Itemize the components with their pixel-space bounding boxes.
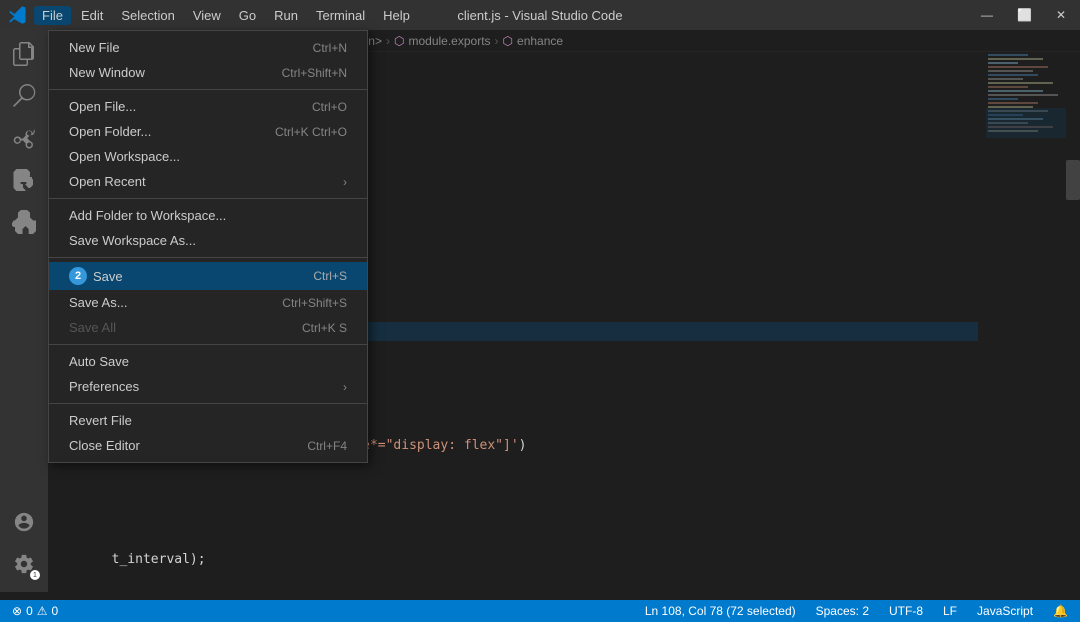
status-line-ending[interactable]: LF	[939, 604, 961, 618]
scroll-thumb[interactable]	[1066, 160, 1080, 200]
status-position[interactable]: Ln 108, Col 78 (72 selected)	[641, 604, 800, 618]
explorer-icon[interactable]	[4, 34, 44, 74]
window-title: client.js - Visual Studio Code	[457, 8, 622, 23]
statusbar: ⊗ 0 ⚠ 0 Ln 108, Col 78 (72 selected) Spa…	[0, 600, 1080, 622]
error-icon: ⊗	[12, 604, 22, 618]
minimize-button[interactable]: —	[975, 6, 999, 24]
menu-go[interactable]: Go	[231, 6, 264, 25]
run-debug-icon[interactable]	[4, 160, 44, 200]
menu-item-save[interactable]: 2 Save Ctrl+S	[49, 262, 367, 290]
minimap	[986, 52, 1066, 592]
menu-item-close-editor[interactable]: Close Editor Ctrl+F4	[49, 433, 367, 458]
menu-file[interactable]: File	[34, 6, 71, 25]
menu-help[interactable]: Help	[375, 6, 418, 25]
extensions-icon[interactable]	[4, 202, 44, 242]
minimap-svg	[986, 52, 1066, 582]
separator-3	[49, 257, 367, 258]
breadcrumb-part-7[interactable]: enhance	[517, 34, 563, 48]
status-encoding[interactable]: UTF-8	[885, 604, 927, 618]
file-menu-dropdown: New File Ctrl+N New Window Ctrl+Shift+N …	[48, 30, 368, 463]
status-notifications[interactable]: 🔔	[1049, 604, 1072, 618]
file-dropdown-menu: New File Ctrl+N New Window Ctrl+Shift+N …	[48, 30, 368, 463]
menu-item-save-workspace[interactable]: Save Workspace As...	[49, 228, 367, 253]
menu-view[interactable]: View	[185, 6, 229, 25]
menu-item-revert-file[interactable]: Revert File	[49, 408, 367, 433]
menu-item-new-file[interactable]: New File Ctrl+N	[49, 35, 367, 60]
statusbar-left: ⊗ 0 ⚠ 0	[8, 604, 62, 618]
menu-item-open-workspace[interactable]: Open Workspace...	[49, 144, 367, 169]
breadcrumb-cube-icon-3: ⬡	[503, 34, 513, 48]
bell-icon: 🔔	[1053, 604, 1068, 618]
breadcrumb-part-6[interactable]: module.exports	[408, 34, 490, 48]
status-errors[interactable]: ⊗ 0 ⚠ 0	[8, 604, 62, 618]
activity-bar: 1	[0, 30, 48, 592]
search-activity-icon[interactable]	[4, 76, 44, 116]
status-spaces[interactable]: Spaces: 2	[812, 604, 873, 618]
menu-item-open-file[interactable]: Open File... Ctrl+O	[49, 94, 367, 119]
menu-item-open-recent[interactable]: Open Recent ›	[49, 169, 367, 194]
menu-edit[interactable]: Edit	[73, 6, 111, 25]
warning-icon: ⚠	[37, 604, 48, 618]
menu-item-save-all: Save All Ctrl+K S	[49, 315, 367, 340]
status-language[interactable]: JavaScript	[973, 604, 1037, 618]
maximize-button[interactable]: ⬜	[1011, 6, 1038, 24]
activity-bar-bottom: 1	[4, 502, 44, 592]
minimap-scrollbar[interactable]	[1066, 52, 1080, 592]
statusbar-right: Ln 108, Col 78 (72 selected) Spaces: 2 U…	[641, 604, 1072, 618]
settings-icon[interactable]: 1	[4, 544, 44, 584]
minimap-content	[986, 52, 1066, 592]
save-badge: 2	[69, 267, 87, 285]
titlebar: File Edit Selection View Go Run Terminal…	[0, 0, 1080, 30]
window-controls: — ⬜ ✕	[975, 6, 1072, 24]
separator-4	[49, 344, 367, 345]
menu-selection[interactable]: Selection	[113, 6, 182, 25]
separator-2	[49, 198, 367, 199]
menu-item-new-window[interactable]: New Window Ctrl+Shift+N	[49, 60, 367, 85]
separator-1	[49, 89, 367, 90]
error-count: 0	[26, 604, 33, 618]
breadcrumb-cube-icon-2: ⬡	[394, 34, 404, 48]
account-icon[interactable]	[4, 502, 44, 542]
open-recent-arrow: ›	[343, 175, 347, 189]
source-control-icon[interactable]	[4, 118, 44, 158]
menu-item-open-folder[interactable]: Open Folder... Ctrl+K Ctrl+O	[49, 119, 367, 144]
menu-item-preferences[interactable]: Preferences ›	[49, 374, 367, 399]
menu-terminal[interactable]: Terminal	[308, 6, 373, 25]
preferences-arrow: ›	[343, 380, 347, 394]
menu-item-save-as[interactable]: Save As... Ctrl+Shift+S	[49, 290, 367, 315]
warning-count: 0	[52, 604, 59, 618]
menu-run[interactable]: Run	[266, 6, 306, 25]
close-button[interactable]: ✕	[1050, 6, 1072, 24]
vscode-logo-icon	[8, 5, 28, 25]
separator-5	[49, 403, 367, 404]
menu-item-auto-save[interactable]: Auto Save	[49, 349, 367, 374]
settings-badge: 1	[30, 570, 40, 580]
titlebar-left: File Edit Selection View Go Run Terminal…	[8, 5, 418, 25]
menu-item-add-folder[interactable]: Add Folder to Workspace...	[49, 203, 367, 228]
